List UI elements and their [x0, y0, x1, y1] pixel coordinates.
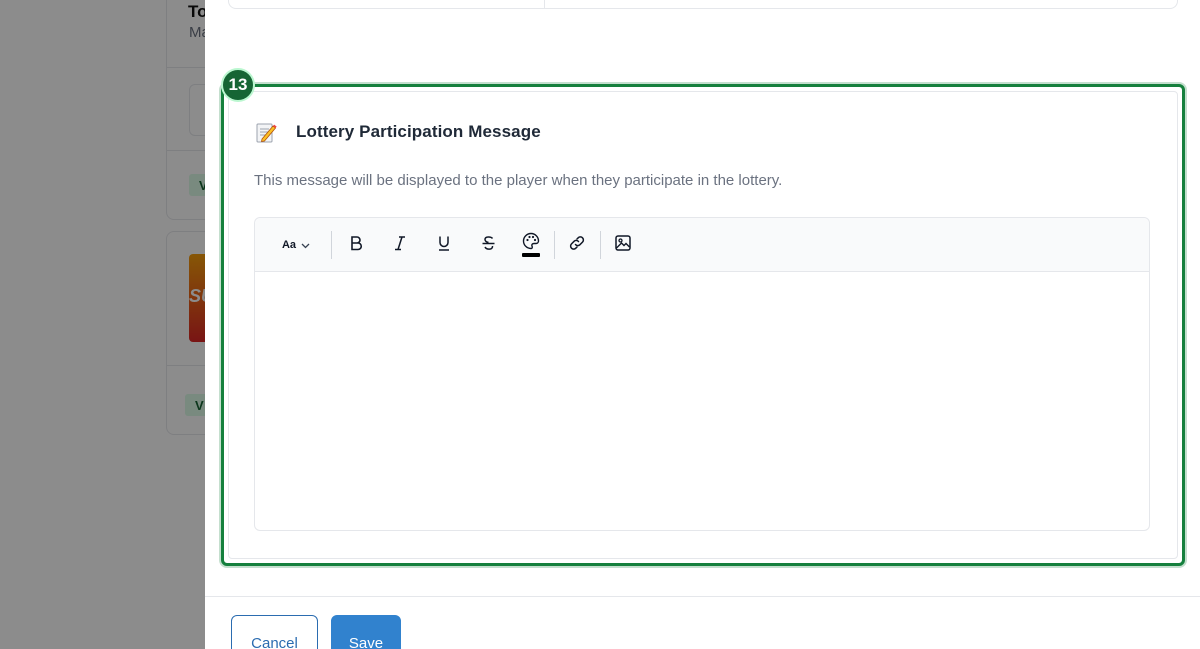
chevron-down-icon — [301, 236, 310, 254]
settings-drawer: 13 Lottery Participation Message This me… — [205, 0, 1200, 649]
divider — [544, 0, 545, 9]
editor-content-area[interactable] — [255, 273, 1149, 531]
text-size-button[interactable]: Aa — [277, 232, 315, 258]
step-number-badge: 13 — [221, 68, 255, 102]
underline-icon — [437, 235, 451, 256]
bold-button[interactable] — [345, 232, 367, 258]
image-icon — [614, 234, 632, 257]
font-size-icon: Aa — [281, 239, 297, 251]
footer-divider — [205, 596, 1200, 597]
lottery-message-section: 13 Lottery Participation Message This me… — [221, 68, 1185, 566]
palette-icon — [522, 232, 540, 255]
toolbar-divider — [600, 231, 601, 259]
editor-toolbar: Aa — [255, 218, 1149, 272]
section-description: This message will be displayed to the pl… — [254, 172, 783, 189]
cancel-button[interactable]: Cancel — [231, 615, 318, 649]
bold-icon — [349, 235, 363, 256]
strikethrough-icon — [481, 235, 496, 256]
text-color-indicator — [522, 253, 540, 257]
toolbar-divider — [331, 231, 332, 259]
previous-section-box — [228, 0, 1178, 9]
underline-button[interactable] — [433, 232, 455, 258]
section-title: Lottery Participation Message — [296, 122, 541, 141]
italic-icon — [393, 235, 407, 256]
link-icon — [568, 234, 586, 257]
section-header: Lottery Participation Message — [254, 120, 541, 144]
image-button[interactable] — [612, 232, 634, 258]
save-button[interactable]: Save — [331, 615, 401, 649]
link-button[interactable] — [566, 232, 588, 258]
toolbar-divider — [554, 231, 555, 259]
italic-button[interactable] — [389, 232, 411, 258]
memo-icon — [254, 120, 278, 144]
strikethrough-button[interactable] — [477, 232, 499, 258]
rich-text-editor: Aa — [254, 217, 1150, 531]
